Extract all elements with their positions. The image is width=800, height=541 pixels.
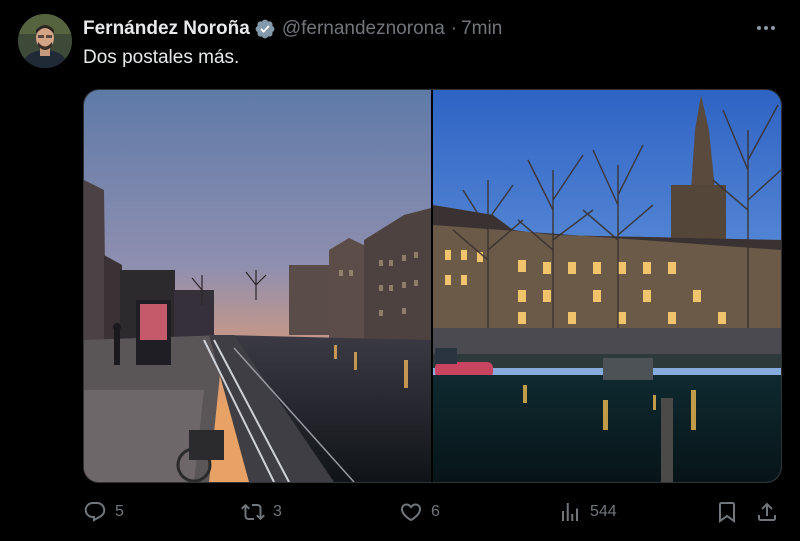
post-text: Dos postales más. <box>83 47 240 68</box>
share-button[interactable] <box>755 497 779 527</box>
repost-count: 3 <box>273 503 282 520</box>
separator-dot: · <box>450 18 458 39</box>
repost-icon <box>241 503 265 521</box>
repost-button[interactable]: 3 <box>241 497 282 527</box>
views-button[interactable]: 544 <box>558 497 617 527</box>
verified-badge-icon[interactable] <box>254 18 276 40</box>
post-timestamp[interactable]: 7min <box>461 18 502 40</box>
reply-icon <box>84 502 106 522</box>
reply-count: 5 <box>115 503 124 520</box>
reply-button[interactable]: 5 <box>83 497 124 527</box>
like-count: 6 <box>431 503 440 520</box>
share-icon <box>758 502 776 521</box>
author-handle[interactable]: @fernandeznorona <box>282 18 445 40</box>
bookmark-button[interactable] <box>715 497 739 527</box>
views-icon <box>562 503 578 521</box>
like-button[interactable]: 6 <box>399 497 440 527</box>
author-avatar[interactable] <box>18 14 72 68</box>
bookmark-icon <box>719 502 735 523</box>
media-photo-2[interactable] <box>433 90 781 482</box>
media-photo-1[interactable] <box>84 90 431 482</box>
post-header: Fernández Noroña @fernandeznorona · 7min <box>83 16 502 42</box>
post-media[interactable] <box>83 89 782 483</box>
more-options-icon[interactable] <box>754 18 778 38</box>
heart-icon <box>400 503 422 522</box>
action-bar: 5 3 6 544 <box>83 497 783 527</box>
author-name[interactable]: Fernández Noroña <box>83 18 250 40</box>
views-count: 544 <box>590 503 617 520</box>
